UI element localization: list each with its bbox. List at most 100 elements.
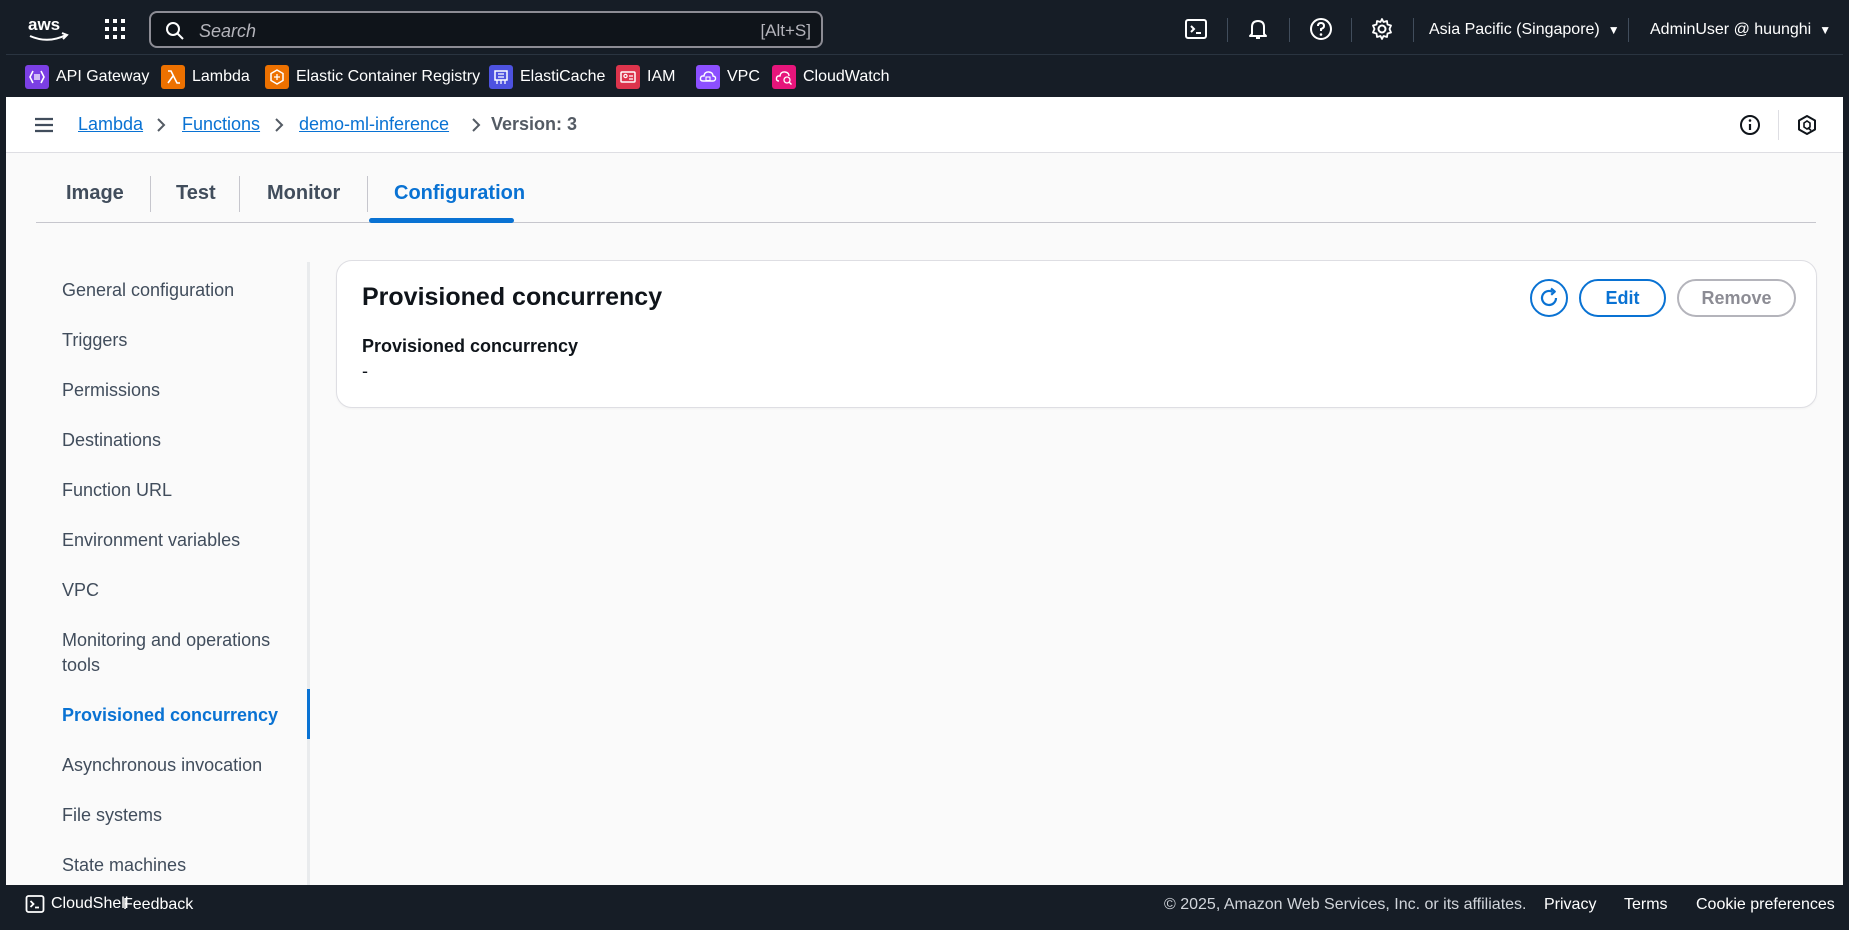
tab-divider	[150, 176, 151, 212]
console-window: aws Search [Alt+S] Asia Pacific (Singapo…	[6, 4, 1843, 924]
function-tabs: Image Test Monitor Configuration	[36, 154, 1816, 224]
cloudshell-label: CloudShell	[51, 895, 129, 912]
sidenav-item-permissions[interactable]: Permissions	[62, 378, 292, 403]
sidenav-item-provisioned-concurrency[interactable]: Provisioned concurrency	[62, 703, 292, 728]
breadcrumb-function-name[interactable]: demo-ml-inference	[299, 114, 449, 135]
terms-link[interactable]: Terms	[1624, 896, 1668, 914]
tab-divider	[367, 176, 368, 212]
configuration-sidenav: General configuration Triggers Permissio…	[6, 262, 312, 924]
favorite-label: Lambda	[192, 68, 250, 85]
favorite-api-gateway[interactable]: API Gateway	[25, 65, 149, 89]
edit-button[interactable]: Edit	[1579, 279, 1666, 317]
sidenav-active-indicator	[307, 689, 310, 739]
chevron-right-icon	[275, 118, 284, 132]
notifications-bell-icon[interactable]	[1246, 17, 1270, 41]
favorite-label: IAM	[647, 68, 676, 85]
tab-image[interactable]: Image	[66, 182, 124, 205]
tabs-baseline	[36, 222, 1816, 223]
sidenav-item-destinations[interactable]: Destinations	[62, 428, 292, 453]
api-gateway-icon	[25, 65, 49, 89]
vpc-icon	[696, 65, 720, 89]
field-value: -	[362, 361, 368, 381]
favorite-vpc[interactable]: VPC	[696, 65, 760, 89]
field-label: Provisioned concurrency	[362, 336, 579, 356]
sidenav-item-monitoring-and-operations-tools[interactable]: Monitoring and operations tools	[62, 628, 292, 678]
cookie-preferences-link[interactable]: Cookie preferences	[1696, 896, 1835, 914]
caret-down-icon: ▼	[1607, 23, 1620, 37]
ecr-icon	[265, 65, 289, 89]
search-shortcut-hint: [Alt+S]	[760, 21, 811, 40]
breadcrumb-bar: Lambda Functions demo-ml-inference Versi…	[6, 97, 1843, 153]
cloudshell-icon[interactable]	[1184, 17, 1208, 41]
help-icon[interactable]	[1309, 17, 1333, 41]
cloudwatch-icon	[772, 65, 796, 89]
nav-divider	[1351, 18, 1352, 42]
nav-divider	[1413, 18, 1414, 42]
favorite-label: Elastic Container Registry	[296, 68, 481, 85]
favorites-bar: API Gateway Lambda Elastic Container Reg…	[6, 54, 1843, 97]
amazon-q-icon[interactable]	[1796, 114, 1818, 136]
privacy-link[interactable]: Privacy	[1544, 896, 1596, 914]
favorite-cloudwatch[interactable]: CloudWatch	[772, 65, 890, 89]
utility-divider	[1778, 110, 1779, 140]
tab-test[interactable]: Test	[176, 182, 216, 205]
sidenav-item-file-systems[interactable]: File systems	[62, 803, 292, 828]
active-tab-indicator	[369, 218, 514, 223]
favorite-elastic-container-registry[interactable]: Elastic Container Registry	[265, 65, 480, 89]
aws-logo[interactable]: aws	[26, 14, 74, 44]
tab-configuration[interactable]: Configuration	[394, 182, 525, 205]
breadcrumb-lambda[interactable]: Lambda	[78, 114, 143, 135]
info-icon[interactable]	[1739, 114, 1761, 136]
nav-divider	[1628, 18, 1629, 42]
favorite-elasticache[interactable]: ElastiCache	[489, 65, 605, 89]
favorite-iam[interactable]: IAM	[616, 65, 675, 89]
elasticache-icon	[489, 65, 513, 89]
top-navigation: aws Search [Alt+S] Asia Pacific (Singapo…	[6, 4, 1843, 54]
sidenav-rail	[307, 262, 310, 924]
provisioned-concurrency-panel: Provisioned concurrency Edit Remove Prov…	[336, 260, 1817, 408]
console-footer: CloudShell Feedback © 2025, Amazon Web S…	[6, 885, 1843, 924]
favorite-label: CloudWatch	[803, 68, 890, 85]
sidenav-item-vpc[interactable]: VPC	[62, 578, 292, 603]
breadcrumb-current-version: Version: 3	[491, 114, 578, 134]
cloudshell-footer-button[interactable]: CloudShell	[25, 894, 128, 914]
breadcrumb-functions[interactable]: Functions	[182, 114, 260, 135]
region-selector[interactable]: Asia Pacific (Singapore) ▼	[1429, 21, 1620, 39]
favorite-label: ElastiCache	[520, 68, 606, 85]
hamburger-menu-icon[interactable]	[33, 114, 55, 136]
favorite-lambda[interactable]: Lambda	[161, 65, 250, 89]
iam-icon	[616, 65, 640, 89]
lambda-icon	[161, 65, 185, 89]
sidenav-item-triggers[interactable]: Triggers	[62, 328, 292, 353]
remove-button[interactable]: Remove	[1677, 279, 1796, 317]
services-menu-icon[interactable]	[104, 18, 126, 40]
cloudshell-icon	[25, 895, 45, 913]
favorite-label: VPC	[727, 68, 760, 85]
sidenav-item-state-machines[interactable]: State machines	[62, 853, 292, 878]
nav-divider	[1227, 18, 1228, 42]
sidenav-item-environment-variables[interactable]: Environment variables	[62, 528, 292, 553]
panel-title: Provisioned concurrency	[362, 283, 663, 311]
region-label: Asia Pacific (Singapore)	[1429, 21, 1600, 38]
tab-monitor[interactable]: Monitor	[267, 182, 340, 205]
nav-divider	[1289, 18, 1290, 42]
account-menu[interactable]: AdminUser @ huunghi ▼	[1650, 21, 1831, 39]
settings-gear-icon[interactable]	[1370, 17, 1394, 41]
svg-text:aws: aws	[28, 15, 60, 34]
refresh-icon	[1540, 287, 1558, 307]
sidenav-item-function-url[interactable]: Function URL	[62, 478, 292, 503]
favorite-label: API Gateway	[56, 68, 150, 85]
sidenav-item-general-configuration[interactable]: General configuration	[62, 278, 292, 303]
caret-down-icon: ▼	[1819, 23, 1832, 37]
search-input[interactable]: Search [Alt+S]	[149, 11, 823, 48]
chevron-right-icon	[157, 118, 166, 132]
tab-divider	[239, 176, 240, 212]
search-icon	[166, 22, 184, 40]
feedback-link[interactable]: Feedback	[123, 896, 193, 914]
sidenav-item-asynchronous-invocation[interactable]: Asynchronous invocation	[62, 753, 292, 778]
copyright-text: © 2025, Amazon Web Services, Inc. or its…	[1164, 896, 1527, 913]
account-label: AdminUser @ huunghi	[1650, 21, 1812, 38]
search-placeholder: Search	[199, 21, 257, 41]
refresh-button[interactable]	[1530, 279, 1568, 317]
chevron-right-icon	[472, 118, 481, 132]
